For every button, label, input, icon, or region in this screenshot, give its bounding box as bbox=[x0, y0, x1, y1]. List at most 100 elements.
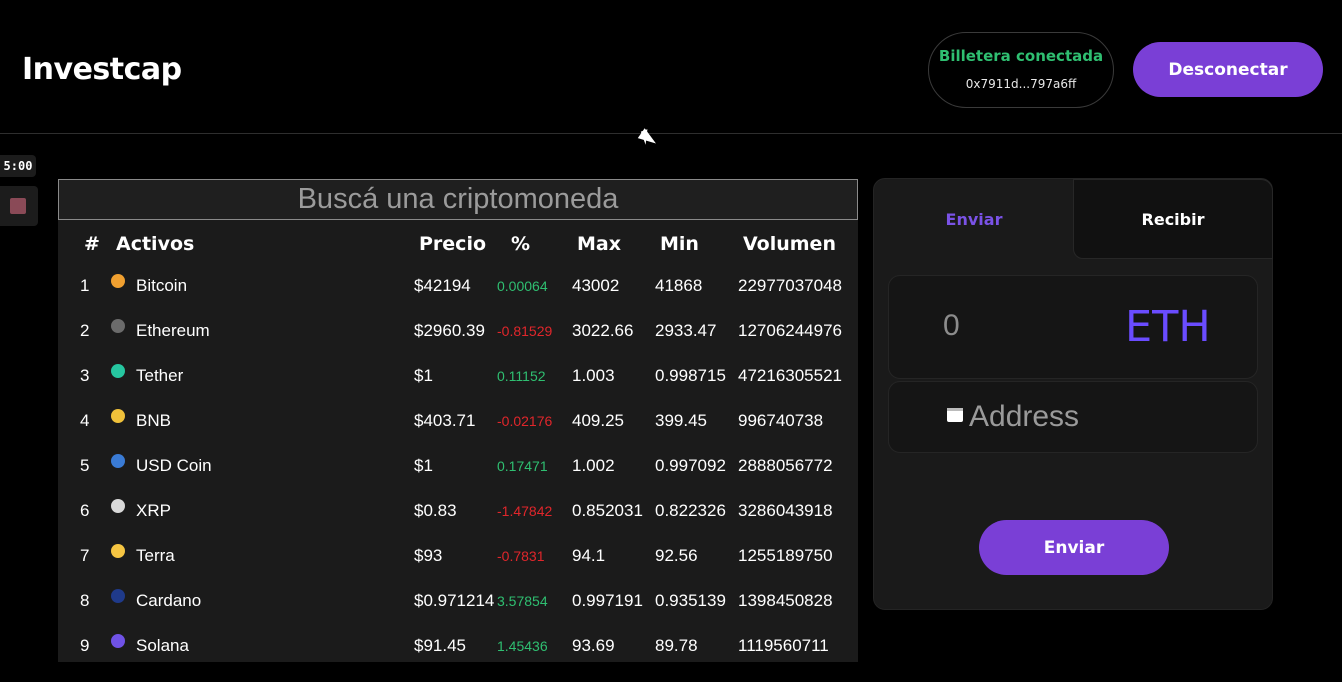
ethereum-icon bbox=[111, 319, 125, 333]
table-header: # Activos Precio % Max Min Volumen bbox=[58, 233, 858, 261]
row-price: $0.83 bbox=[414, 501, 457, 520]
xrp-icon bbox=[111, 499, 125, 513]
row-volume: 12706244976 bbox=[738, 321, 843, 340]
row-min: 0.997092 bbox=[655, 456, 726, 475]
row-volume: 996740738 bbox=[738, 411, 824, 430]
brand-title: Investcap bbox=[22, 52, 182, 87]
row-percent: 0.17471 bbox=[497, 458, 548, 474]
col-percent-header: % bbox=[511, 233, 531, 255]
row-max: 409.25 bbox=[572, 411, 624, 430]
recording-timer: 5:00 bbox=[0, 155, 36, 177]
row-max: 0.997191 bbox=[572, 591, 643, 610]
row-price: $1 bbox=[414, 456, 433, 475]
row-max: 1.003 bbox=[572, 366, 615, 385]
row-volume: 47216305521 bbox=[738, 366, 843, 385]
row-rank: 7 bbox=[80, 546, 90, 565]
row-rank: 1 bbox=[80, 276, 90, 295]
stop-recording-button[interactable] bbox=[0, 186, 38, 226]
col-price-header: Precio bbox=[419, 233, 487, 255]
row-min: 2933.47 bbox=[655, 321, 717, 340]
table-row[interactable]: 2 Ethereum $2960.39 -0.81529 3022.66 2933.47 1… bbox=[58, 319, 858, 364]
transfer-panel: Enviar Recibir ETH Enviar bbox=[873, 178, 1273, 610]
row-price: $0.971214 bbox=[414, 591, 495, 610]
row-max: 1.002 bbox=[572, 456, 615, 475]
crypto-search-input[interactable] bbox=[58, 179, 858, 220]
row-price: $2960.39 bbox=[414, 321, 485, 340]
row-volume: 3286043918 bbox=[738, 501, 833, 520]
table-row[interactable]: 3 Tether $1 0.11152 1.003 0.998715 47216305521 bbox=[58, 364, 858, 409]
row-volume: 1255189750 bbox=[738, 546, 833, 565]
row-asset-name: Cardano bbox=[136, 591, 202, 610]
row-price: $403.71 bbox=[414, 411, 476, 430]
wallet-status-pill: Billetera conectada 0x7911d...797a6ff bbox=[928, 32, 1114, 108]
table-row[interactable]: 7 Terra $93 -0.7831 94.1 92.56 1255189750 bbox=[58, 544, 858, 589]
col-min-header: Min bbox=[660, 233, 699, 255]
row-min: 399.45 bbox=[655, 411, 707, 430]
cardano-icon bbox=[111, 589, 125, 603]
row-max: 3022.66 bbox=[572, 321, 634, 340]
row-asset-name: BNB bbox=[136, 411, 171, 430]
row-price: $91.45 bbox=[414, 636, 466, 655]
amount-field-box: ETH bbox=[888, 275, 1258, 379]
row-min: 92.56 bbox=[655, 546, 698, 565]
row-rank: 5 bbox=[80, 456, 90, 475]
table-row[interactable]: 8 Cardano $0.971214 3.57854 0.997191 0.935139… bbox=[58, 589, 858, 634]
row-asset-name: Bitcoin bbox=[136, 276, 188, 295]
send-button[interactable]: Enviar bbox=[979, 520, 1169, 575]
col-volume-header: Volumen bbox=[743, 233, 836, 255]
row-max: 94.1 bbox=[572, 546, 606, 565]
row-percent: -0.02176 bbox=[497, 413, 553, 429]
row-percent: 1.45436 bbox=[497, 638, 548, 654]
bitcoin-icon bbox=[111, 274, 125, 288]
row-volume: 1398450828 bbox=[738, 591, 833, 610]
address-field-box bbox=[888, 381, 1258, 453]
disconnect-button[interactable]: Desconectar bbox=[1133, 42, 1323, 97]
tab-receive[interactable]: Recibir bbox=[1073, 179, 1273, 259]
mouse-cursor-icon bbox=[640, 129, 653, 145]
currency-label: ETH bbox=[1125, 302, 1211, 352]
address-input[interactable] bbox=[969, 398, 1229, 436]
wallet-address: 0x7911d...797a6ff bbox=[965, 77, 1077, 91]
table-row[interactable]: 5 USD Coin $1 0.17471 1.002 0.997092 288805677… bbox=[58, 454, 858, 499]
row-asset-name: Tether bbox=[136, 366, 184, 385]
row-rank: 9 bbox=[80, 636, 90, 655]
row-rank: 6 bbox=[80, 501, 90, 520]
stop-icon bbox=[10, 198, 26, 214]
row-min: 0.998715 bbox=[655, 366, 726, 385]
row-asset-name: Solana bbox=[136, 636, 189, 655]
row-max: 93.69 bbox=[572, 636, 615, 655]
row-min: 89.78 bbox=[655, 636, 698, 655]
row-max: 43002 bbox=[572, 276, 620, 295]
row-percent: -0.81529 bbox=[497, 323, 553, 339]
table-row[interactable]: 1 Bitcoin $42194 0.00064 43002 41868 229770370… bbox=[58, 274, 858, 319]
row-percent: -0.7831 bbox=[497, 548, 545, 564]
table-row[interactable]: 6 XRP $0.83 -1.47842 0.852031 0.822326 3286043… bbox=[58, 499, 858, 544]
bnb-icon bbox=[111, 409, 125, 423]
row-percent: 0.00064 bbox=[497, 278, 548, 294]
table-row[interactable]: 4 BNB $403.71 -0.02176 409.25 399.45 996740738 bbox=[58, 409, 858, 454]
row-asset-name: Ethereum bbox=[136, 321, 210, 340]
col-max-header: Max bbox=[577, 233, 621, 255]
row-volume: 22977037048 bbox=[738, 276, 843, 295]
row-percent: 3.57854 bbox=[497, 593, 548, 609]
amount-input[interactable] bbox=[943, 306, 1063, 346]
row-rank: 3 bbox=[80, 366, 90, 385]
row-asset-name: XRP bbox=[136, 501, 171, 520]
wallet-icon bbox=[947, 408, 963, 422]
row-price: $93 bbox=[414, 546, 443, 565]
wallet-status-text: Billetera conectada bbox=[938, 47, 1104, 65]
table-row[interactable]: 9 Solana $91.45 1.45436 93.69 89.78 1119560711 bbox=[58, 634, 858, 662]
row-rank: 2 bbox=[80, 321, 90, 340]
row-volume: 2888056772 bbox=[738, 456, 833, 475]
solana-icon bbox=[111, 634, 125, 648]
row-min: 0.935139 bbox=[655, 591, 726, 610]
row-price: $1 bbox=[414, 366, 433, 385]
usd-coin-icon bbox=[111, 454, 125, 468]
tab-send[interactable]: Enviar bbox=[874, 179, 1074, 259]
row-min: 41868 bbox=[655, 276, 703, 295]
row-price: $42194 bbox=[414, 276, 471, 295]
row-asset-name: USD Coin bbox=[136, 456, 212, 475]
col-rank-header: # bbox=[84, 233, 100, 255]
row-volume: 1119560711 bbox=[738, 636, 829, 655]
tether-icon bbox=[111, 364, 125, 378]
